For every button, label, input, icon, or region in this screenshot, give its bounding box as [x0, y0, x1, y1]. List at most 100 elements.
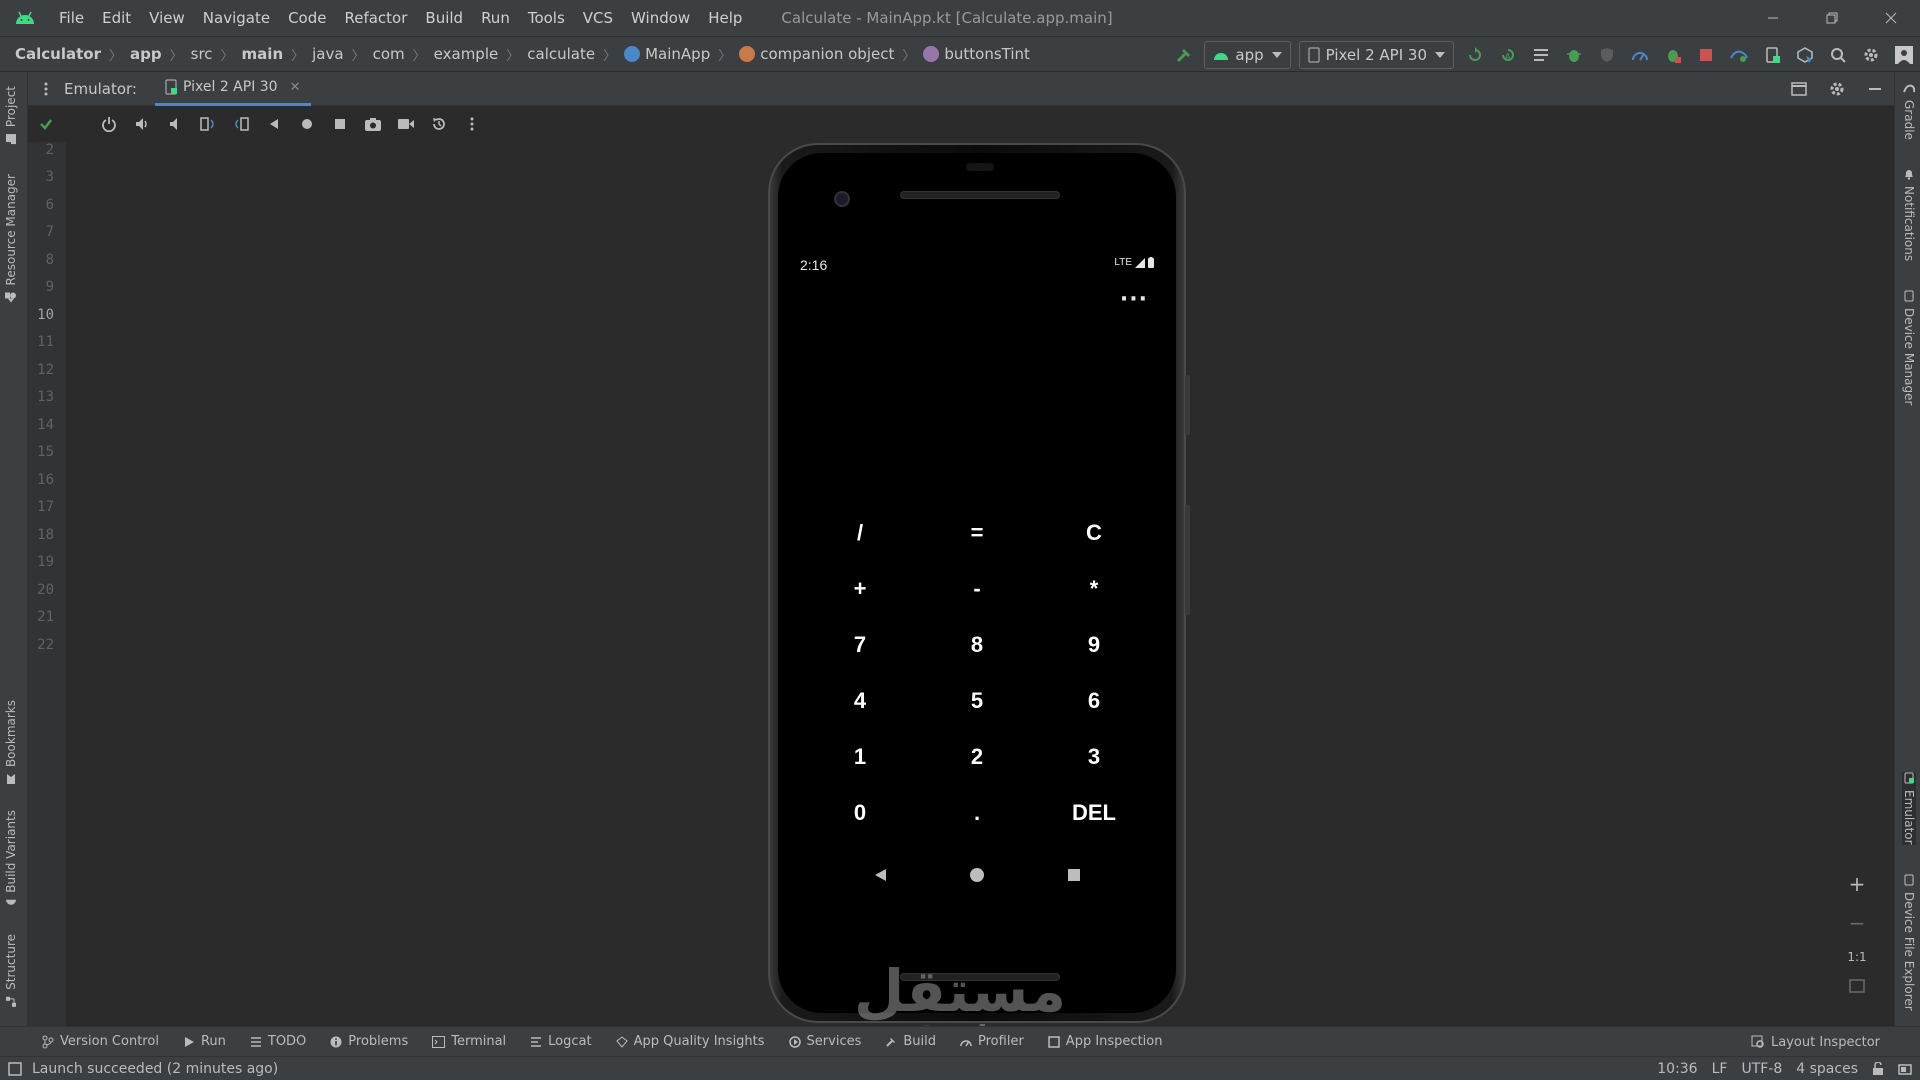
build-tab[interactable]: Build: [873, 1034, 948, 1049]
phone-volume-key[interactable]: [1185, 505, 1190, 615]
menu-tools[interactable]: Tools: [519, 9, 574, 27]
home-button[interactable]: [290, 109, 323, 139]
breadcrumb-com[interactable]: com: [373, 45, 405, 63]
phone-screen[interactable]: 2:16 LTE ··· / = C + - * 7 8 9 4 5 6 1 2…: [782, 243, 1172, 923]
layout-inspector-tab[interactable]: Layout Inspector: [1751, 1027, 1880, 1057]
event-log-icon[interactable]: [8, 1061, 22, 1076]
breadcrumb-buttonstint-item[interactable]: buttonsTint: [923, 45, 1030, 63]
breadcrumb-calculate[interactable]: calculate: [527, 45, 595, 63]
menu-window[interactable]: Window: [622, 9, 699, 27]
overview-button[interactable]: [323, 109, 356, 139]
bookmarks-tool-tab[interactable]: Bookmarks: [4, 700, 18, 785]
memory-indicator-icon[interactable]: [1898, 1062, 1912, 1076]
breadcrumb-companion-item[interactable]: companion object: [739, 45, 894, 63]
profile-button[interactable]: [1623, 41, 1656, 69]
nav-recents-icon[interactable]: [1066, 867, 1082, 883]
key-1[interactable]: 1: [802, 729, 918, 785]
key-plus[interactable]: +: [802, 561, 918, 617]
zoom-actual-size-button[interactable]: 1:1: [1847, 950, 1866, 964]
nav-back-icon[interactable]: [872, 867, 888, 883]
key-decimal[interactable]: .: [919, 785, 1035, 841]
sync-gradle-button[interactable]: [1722, 41, 1755, 69]
key-6[interactable]: 6: [1036, 673, 1152, 729]
debug-button[interactable]: [1557, 41, 1590, 69]
screenshot-button[interactable]: [356, 109, 389, 139]
key-8[interactable]: 8: [919, 617, 1035, 673]
volume-up-button[interactable]: [125, 109, 158, 139]
key-equals[interactable]: =: [919, 505, 1035, 561]
device-manager-button[interactable]: [1755, 41, 1788, 69]
zoom-out-button[interactable]: −: [1849, 911, 1866, 935]
menu-code[interactable]: Code: [279, 9, 335, 27]
menu-refactor[interactable]: Refactor: [335, 9, 416, 27]
coverage-button[interactable]: [1590, 41, 1623, 69]
volume-down-button[interactable]: [158, 109, 191, 139]
breadcrumb-main[interactable]: main: [242, 45, 284, 63]
key-minus[interactable]: -: [919, 561, 1035, 617]
power-button[interactable]: [92, 109, 125, 139]
key-multiply[interactable]: *: [1036, 561, 1152, 617]
nav-home-icon[interactable]: [969, 867, 985, 883]
key-4[interactable]: 4: [802, 673, 918, 729]
run-config-dropdown[interactable]: app: [1204, 41, 1291, 69]
menu-help[interactable]: Help: [699, 9, 751, 27]
menu-vcs[interactable]: VCS: [574, 9, 622, 27]
menu-build[interactable]: Build: [416, 9, 472, 27]
app-inspection-tab[interactable]: App Inspection: [1036, 1034, 1175, 1049]
make-project-button[interactable]: [1167, 41, 1200, 69]
restore-window-button[interactable]: [1802, 0, 1861, 36]
caret-position[interactable]: 10:36: [1657, 1061, 1697, 1077]
phone-power-key[interactable]: [1185, 375, 1190, 435]
key-5[interactable]: 5: [919, 673, 1035, 729]
breadcrumb-src[interactable]: src: [191, 45, 213, 63]
services-tab[interactable]: Services: [777, 1034, 874, 1049]
device-file-explorer-tool-tab[interactable]: Device File Explorer: [1902, 874, 1916, 1011]
key-divide[interactable]: /: [802, 505, 918, 561]
status-message[interactable]: Launch succeeded (2 minutes ago): [32, 1061, 278, 1077]
app-quality-insights-tab[interactable]: App Quality Insights: [604, 1034, 777, 1049]
minimize-window-button[interactable]: [1743, 0, 1802, 36]
maximize-panel-button[interactable]: [1780, 82, 1818, 96]
project-tool-tab[interactable]: Project: [4, 86, 18, 145]
sdk-manager-button[interactable]: [1788, 41, 1821, 69]
logcat-tab[interactable]: Logcat: [518, 1034, 603, 1049]
run-tab[interactable]: Run: [171, 1034, 238, 1049]
emulator-options-button[interactable]: [28, 81, 64, 97]
emulator-tool-tab[interactable]: Emulator: [1902, 772, 1916, 845]
todo-tab[interactable]: TODO: [238, 1034, 318, 1049]
profiler-tab[interactable]: Profiler: [948, 1034, 1036, 1049]
close-tab-icon[interactable]: ✕: [290, 80, 301, 95]
zoom-fit-icon[interactable]: [1849, 978, 1865, 993]
attach-debugger-button[interactable]: [1656, 41, 1689, 69]
breadcrumb-example[interactable]: example: [434, 45, 499, 63]
zoom-in-button[interactable]: +: [1849, 872, 1866, 896]
unlock-icon[interactable]: [1872, 1062, 1884, 1076]
key-0[interactable]: 0: [802, 785, 918, 841]
screen-record-button[interactable]: [389, 109, 422, 139]
overflow-menu-button[interactable]: ···: [1120, 289, 1148, 311]
extended-controls-button[interactable]: [455, 109, 488, 139]
rotate-left-button[interactable]: [191, 109, 224, 139]
menu-edit[interactable]: Edit: [93, 9, 140, 27]
stop-button[interactable]: [1689, 41, 1722, 69]
menu-run[interactable]: Run: [472, 9, 519, 27]
device-manager-tool-tab[interactable]: Device Manager: [1902, 290, 1916, 405]
menu-navigate[interactable]: Navigate: [194, 9, 279, 27]
indent-setting[interactable]: 4 spaces: [1796, 1061, 1858, 1077]
search-everywhere-button[interactable]: [1821, 41, 1854, 69]
emulator-device-tab[interactable]: Pixel 2 API 30 ✕: [154, 72, 311, 106]
panel-settings-button[interactable]: [1818, 81, 1856, 97]
run-coverage-button[interactable]: [1524, 41, 1557, 69]
resource-manager-tool-tab[interactable]: Resource Manager: [4, 174, 18, 303]
line-separator[interactable]: LF: [1712, 1061, 1728, 1077]
notifications-tool-tab[interactable]: Notifications: [1902, 168, 1916, 261]
gradle-tool-tab[interactable]: Gradle: [1902, 82, 1916, 140]
menu-view[interactable]: View: [140, 9, 194, 27]
hide-panel-button[interactable]: [1856, 82, 1894, 96]
snapshots-button[interactable]: [422, 109, 455, 139]
breadcrumb-calculator[interactable]: Calculator: [15, 45, 101, 63]
breadcrumb-app[interactable]: app: [130, 45, 162, 63]
close-window-button[interactable]: [1861, 0, 1920, 36]
build-variants-tool-tab[interactable]: Build Variants: [4, 810, 18, 911]
version-control-tab[interactable]: Version Control: [30, 1034, 171, 1049]
